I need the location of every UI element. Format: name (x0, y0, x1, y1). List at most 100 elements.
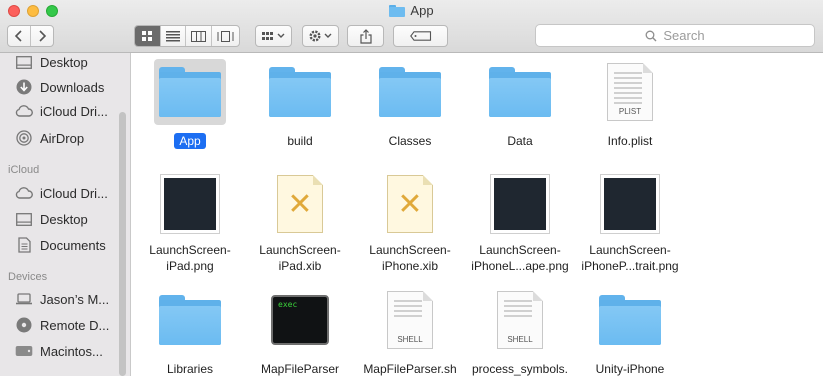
file-grid: App build Classes Data PLIST Info.plist (132, 54, 823, 376)
file-item-mapfileparser[interactable]: exec MapFileParser (245, 287, 355, 376)
sidebar-item-label: Desktop (40, 54, 88, 70)
file-name-line1: LaunchScreen- (149, 243, 231, 257)
sidebar-header-devices: Devices (8, 271, 48, 283)
column-view-icon (190, 30, 206, 42)
downloads-icon (14, 78, 34, 96)
sidebar-item-icloud-drive[interactable]: iCloud Dri... (14, 183, 108, 203)
sidebar-scrollbar[interactable] (119, 112, 126, 376)
sidebar-item-label: Desktop (40, 211, 88, 227)
column-view-button[interactable] (186, 26, 212, 46)
file-item-data[interactable]: Data (465, 59, 575, 159)
list-view-icon (165, 30, 180, 41)
file-item-unity-iphone[interactable]: Unity-iPhone (575, 287, 685, 376)
file-name-line1: LaunchScreen- (589, 243, 671, 257)
back-button[interactable] (8, 26, 31, 46)
file-name: MapFileParser (260, 362, 340, 376)
window-title-label: App (410, 3, 434, 18)
sidebar-item-desktop[interactable]: Desktop (14, 53, 88, 72)
file-item-launchscreen-iphone-xib[interactable]: ✕ LaunchScreen- iPhone.xib (355, 174, 465, 274)
xib-document-icon: ✕ (277, 175, 323, 233)
file-item-launchscreen-iphone-portrait-png[interactable]: LaunchScreen- iPhoneP...trait.png (575, 174, 685, 274)
sidebar-header-icloud: iCloud (8, 164, 40, 176)
file-item-mapfileparser-sh[interactable]: SHELL MapFileParser.sh (355, 287, 465, 376)
desktop-icon (14, 210, 34, 228)
sidebar-item-label: Macintos... (40, 343, 103, 359)
sidebar-item-computer[interactable]: Jason’s M... (14, 289, 109, 309)
image-thumbnail-icon (491, 175, 549, 233)
document-icon (14, 236, 34, 254)
file-item-launchscreen-ipad-png[interactable]: LaunchScreen- iPad.png (135, 174, 245, 274)
share-icon (359, 28, 372, 44)
plist-document-icon: PLIST (607, 63, 653, 121)
folder-icon (159, 295, 221, 345)
chevron-left-icon (14, 30, 22, 42)
window-title: App (0, 3, 823, 21)
cloud-icon (14, 102, 34, 120)
coverflow-view-button[interactable] (212, 26, 239, 46)
sidebar-item-label: Jason’s M... (40, 291, 110, 307)
sidebar-item-macintosh-hd[interactable]: Macintos... (14, 341, 103, 361)
file-item-build[interactable]: build (245, 59, 355, 159)
sidebar-item-remote-disc[interactable]: Remote D... (14, 315, 109, 335)
search-placeholder: Search (663, 28, 705, 43)
sidebar-item-icloud-drive[interactable]: iCloud Dri... (14, 101, 108, 121)
file-name-line2: iPhoneP...trait.png (581, 259, 679, 273)
file-name: Data (507, 134, 533, 148)
file-name: Unity-iPhone (595, 362, 665, 376)
airdrop-icon (14, 129, 34, 147)
file-item-launchscreen-iphone-landscape-png[interactable]: LaunchScreen- iPhoneL...ape.png (465, 174, 575, 274)
terminal-exec-icon: exec (271, 295, 329, 345)
file-name-line1: LaunchScreen- (369, 243, 451, 257)
arrange-grid-icon (261, 32, 284, 40)
sidebar-item-icloud-desktop[interactable]: Desktop (14, 209, 88, 229)
file-item-app[interactable]: App (135, 59, 245, 159)
file-item-info-plist[interactable]: PLIST Info.plist (575, 59, 685, 159)
file-item-launchscreen-ipad-xib[interactable]: ✕ LaunchScreen- iPad.xib (245, 174, 355, 274)
disc-icon (14, 316, 34, 334)
file-item-libraries[interactable]: Libraries (135, 287, 245, 376)
forward-button[interactable] (31, 26, 53, 46)
sidebar-item-label: Remote D... (40, 317, 110, 333)
image-thumbnail-icon (601, 175, 659, 233)
file-name-line2: iPad.xib (278, 259, 322, 273)
file-name-line2: iPhoneL...ape.png (471, 259, 569, 273)
coverflow-view-icon (217, 30, 234, 42)
laptop-icon (14, 290, 34, 308)
folder-icon (389, 4, 406, 17)
sidebar-item-label: Documents (40, 237, 106, 253)
shell-script-icon: SHELL (387, 291, 433, 349)
view-mode-selector (134, 25, 240, 47)
folder-icon (269, 67, 331, 117)
sidebar-item-label: Downloads (40, 79, 105, 95)
sidebar-item-downloads[interactable]: Downloads (14, 77, 104, 97)
file-item-classes[interactable]: Classes (355, 59, 465, 159)
sidebar-item-documents[interactable]: Documents (14, 235, 106, 255)
action-button[interactable] (302, 25, 339, 47)
arrange-button[interactable] (255, 25, 292, 47)
folder-icon (599, 295, 661, 345)
icon-view-button[interactable] (135, 26, 161, 46)
icon-view-icon (142, 31, 153, 41)
tag-button[interactable] (393, 25, 448, 47)
file-name: process_symbols. (471, 362, 569, 376)
desktop-icon (14, 53, 34, 71)
share-button[interactable] (347, 25, 384, 47)
file-name: Info.plist (607, 134, 653, 148)
image-thumbnail-icon (161, 175, 219, 233)
cloud-icon (14, 184, 34, 202)
search-icon (645, 30, 657, 41)
folder-icon (489, 67, 551, 117)
folder-icon (159, 67, 221, 117)
gear-icon (308, 30, 331, 42)
tag-icon (409, 31, 431, 41)
file-name-line2: iPad.png (166, 259, 214, 273)
file-name: build (287, 134, 313, 148)
file-name: Classes (388, 134, 432, 148)
file-name-line1: LaunchScreen- (259, 243, 341, 257)
file-item-process-symbols[interactable]: SHELL process_symbols. (465, 287, 575, 376)
sidebar-item-label: iCloud Dri... (40, 185, 108, 201)
list-view-button[interactable] (161, 26, 187, 46)
sidebar-item-airdrop[interactable]: AirDrop (14, 128, 84, 148)
toolbar: App Search (0, 0, 823, 53)
search-input[interactable]: Search (535, 24, 815, 47)
